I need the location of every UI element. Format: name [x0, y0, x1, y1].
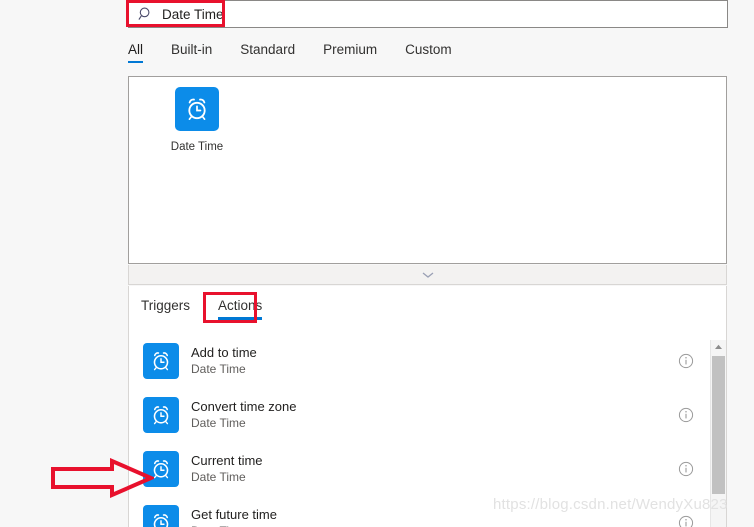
connector-label: Date Time — [170, 141, 224, 153]
alarm-clock-icon — [143, 451, 179, 487]
category-tab-custom[interactable]: Custom — [405, 40, 452, 63]
connector-search-bar[interactable] — [128, 0, 728, 28]
action-row[interactable]: Convert time zone Date Time — [129, 388, 704, 442]
info-icon[interactable] — [678, 353, 694, 369]
action-subtitle: Date Time — [191, 523, 277, 527]
action-list: Add to time Date Time Convert time zone Dat… — [128, 328, 727, 527]
action-row[interactable]: Current time Date Time — [129, 442, 704, 496]
alarm-clock-icon — [175, 87, 219, 131]
action-title: Add to time — [191, 345, 257, 360]
search-icon — [133, 1, 159, 27]
right-gutter — [728, 0, 754, 527]
action-row[interactable]: Get future timeDate Time — [129, 496, 704, 527]
action-text: Current time Date Time — [191, 452, 263, 486]
triggers-actions-tabs: Triggers Actions — [128, 286, 727, 328]
category-tab-standard[interactable]: Standard — [240, 40, 295, 63]
action-text: Get future timeDate Time — [191, 506, 277, 527]
action-text: Add to time Date Time — [191, 344, 257, 378]
action-title: Get future time — [191, 507, 277, 522]
category-tabs: All Built-in Standard Premium Custom — [128, 40, 728, 70]
action-text: Convert time zone Date Time — [191, 398, 297, 432]
category-tab-built-in[interactable]: Built-in — [171, 40, 212, 63]
alarm-clock-icon — [143, 505, 179, 527]
alarm-clock-icon — [143, 343, 179, 379]
info-icon[interactable] — [678, 515, 694, 527]
action-row[interactable]: Add to time Date Time — [129, 334, 704, 388]
scrollbar-thumb[interactable] — [712, 356, 725, 494]
tab-actions[interactable]: Actions — [218, 298, 263, 320]
category-tab-premium[interactable]: Premium — [323, 40, 377, 63]
scroll-up-arrow-icon[interactable] — [711, 340, 726, 354]
collapse-gallery-strip[interactable] — [128, 265, 727, 285]
alarm-clock-icon — [143, 397, 179, 433]
search-input[interactable] — [162, 2, 727, 26]
category-tab-all[interactable]: All — [128, 40, 144, 63]
connector-tile[interactable]: Date Time — [161, 87, 233, 153]
action-list-scrollbar[interactable] — [710, 340, 726, 527]
action-subtitle: Date Time — [191, 416, 246, 430]
chevron-down-icon — [421, 266, 435, 284]
info-icon[interactable] — [678, 407, 694, 423]
action-title: Convert time zone — [191, 399, 297, 414]
connector-gallery: Date Time — [128, 76, 727, 264]
action-subtitle: Date Time — [191, 362, 246, 376]
action-subtitle: Date Time — [191, 470, 246, 484]
tab-triggers[interactable]: Triggers — [141, 298, 190, 320]
info-icon[interactable] — [678, 461, 694, 477]
action-title: Current time — [191, 453, 263, 468]
